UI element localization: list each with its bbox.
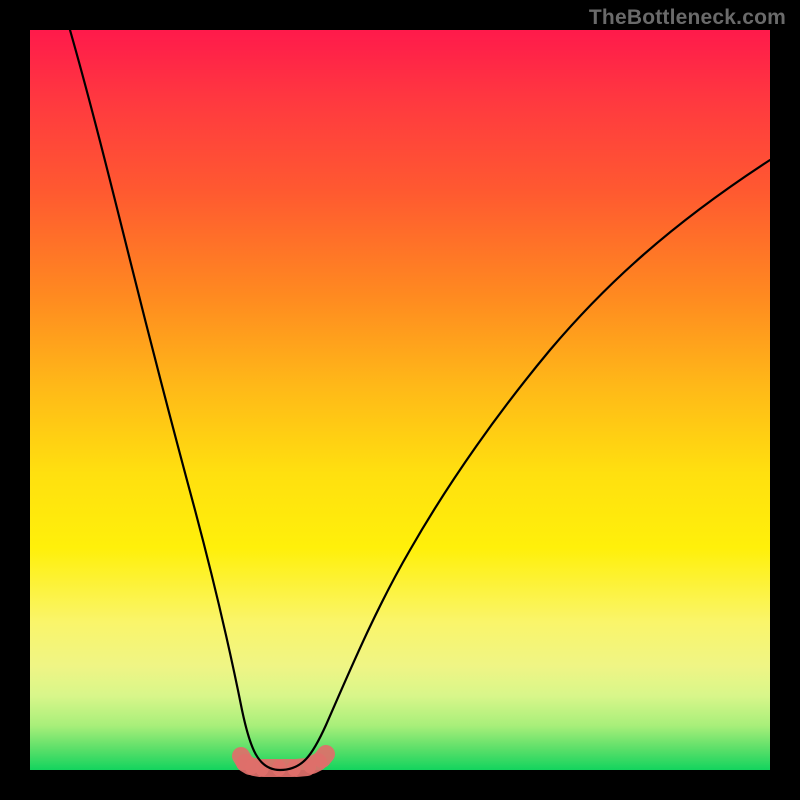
- highlighted-markers: [241, 754, 326, 768]
- plot-area: [30, 30, 770, 770]
- chart-svg: [30, 30, 770, 770]
- marker-segment: [322, 754, 326, 759]
- bottleneck-v-curve: [70, 30, 770, 770]
- watermark-text: TheBottleneck.com: [589, 6, 786, 30]
- chart-stage: TheBottleneck.com: [0, 0, 800, 800]
